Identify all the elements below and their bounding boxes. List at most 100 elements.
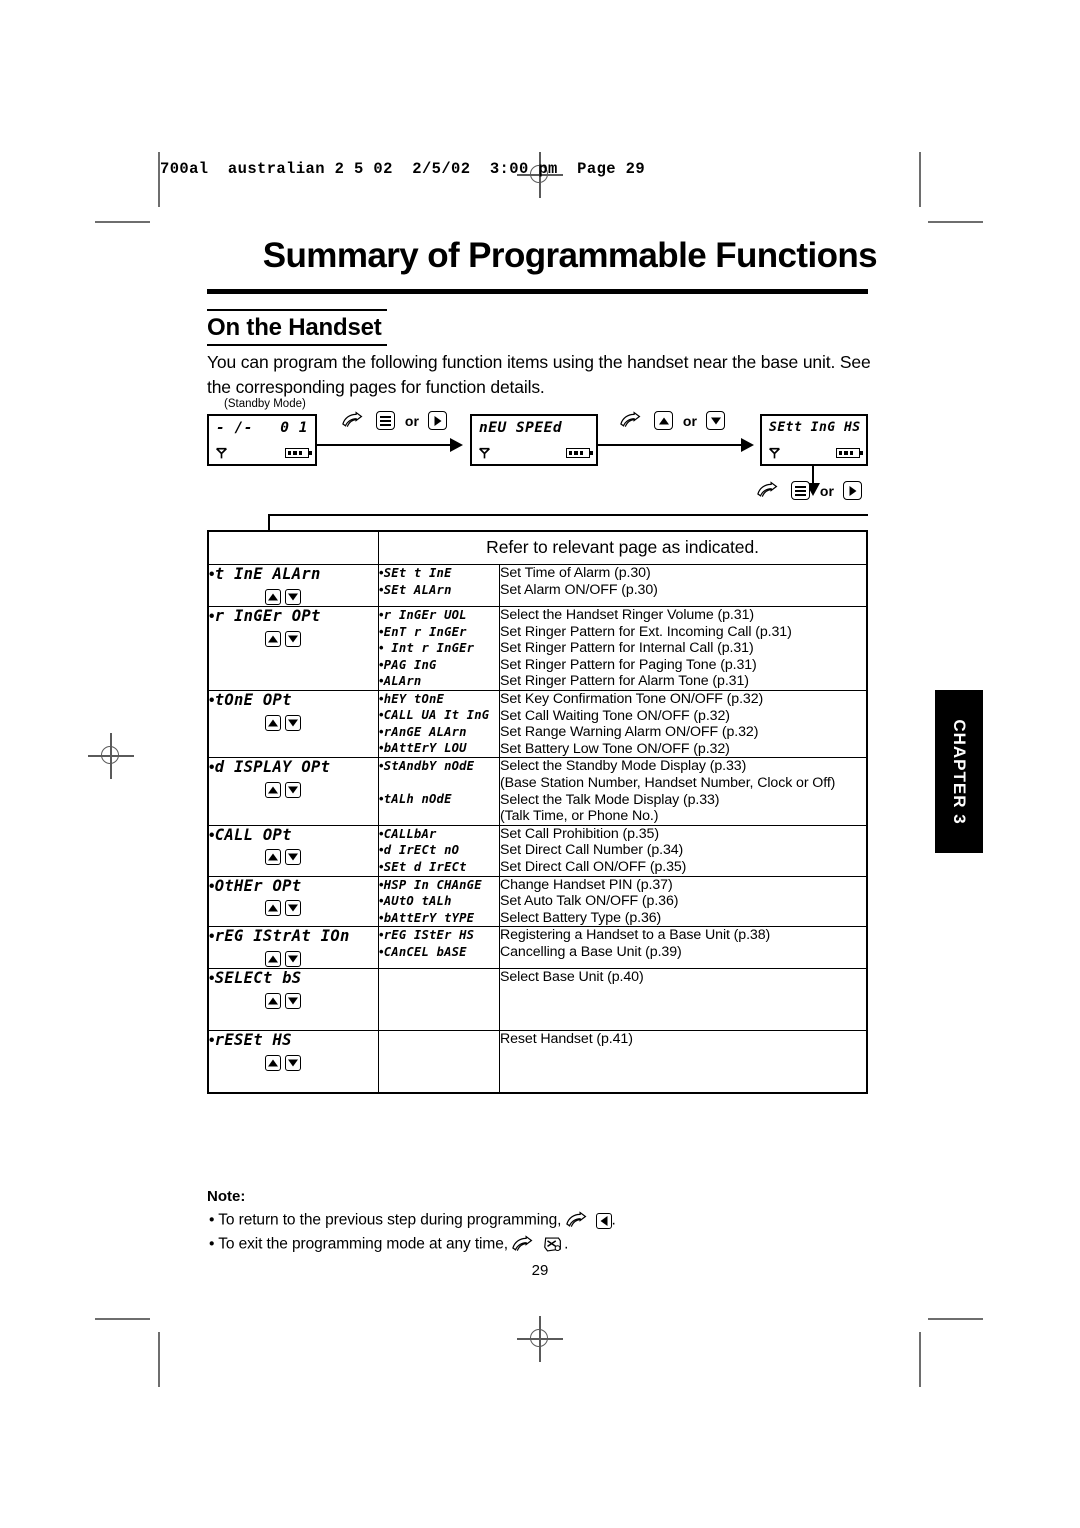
down-arrow-key-icon[interactable] (284, 849, 301, 866)
crop-mark-bottom-left-horizontal (95, 1318, 150, 1320)
down-arrow-key-icon[interactable] (284, 993, 301, 1010)
note-line-1-period: . (611, 1211, 616, 1229)
subtitle-rule-top (207, 309, 387, 311)
up-arrow-key-icon[interactable] (264, 630, 281, 647)
menu-name-text: d ISPLAY OPt (214, 758, 331, 777)
description-cell: Set Call Prohibition (p.35) Set Direct Ca… (499, 824, 868, 877)
standby-mode-label: (Standby Mode) (224, 398, 306, 410)
description-line: Set Auto Talk ON/OFF (p.36) (500, 893, 679, 910)
up-arrow-key-icon[interactable] (264, 588, 281, 605)
menu-name-text: SELECt bS (214, 969, 302, 988)
submenu-code: SEt ALArn (383, 582, 452, 597)
description-line: Cancelling a Base Unit (p.39) (500, 943, 682, 960)
menu-cell: •OtHEr OPt (207, 875, 379, 928)
submenu-cell: •HSP In CHAnGE •AUtO tALh •bAttErY tYPE (378, 875, 500, 928)
description-line: Registering a Handset to a Base Unit (p.… (500, 927, 771, 944)
programmable-functions-table: Refer to relevant page as indicated. •t … (207, 530, 868, 1095)
crop-mark-top-left-horizontal (95, 221, 150, 223)
menu-name-text: tOnE OPt (214, 690, 292, 709)
crop-mark-bottom-left-vertical (158, 1332, 160, 1387)
description-line: (Talk Time, or Phone No.) (500, 808, 659, 825)
menu-cell: •CALL OPt (207, 824, 379, 877)
up-arrow-key-icon[interactable] (264, 849, 281, 866)
section-subtitle: On the Handset (207, 314, 382, 341)
menu-key-icon[interactable] (791, 481, 811, 500)
crop-mark-top-right-vertical (919, 152, 921, 207)
up-arrow-key-icon[interactable] (654, 411, 674, 430)
table-row: •CALL OPt •CALLbAr •d IrECt nO •SEt d IrECt… (207, 824, 868, 877)
up-arrow-key-icon[interactable] (264, 951, 281, 968)
down-arrow-key-icon[interactable] (284, 782, 301, 799)
description-line: Set Range Warning Alarm ON/OFF (p.32) (500, 724, 759, 741)
right-arrow-key-icon[interactable] (843, 481, 863, 500)
menu-name-text: CALL OPt (214, 825, 292, 844)
down-arrow-key-icon[interactable] (284, 630, 301, 647)
menu-name: •t InE ALArn (209, 565, 378, 584)
submenu-cell: •SEt t InE •SEt ALArn (378, 564, 500, 607)
submenu-item: •SEt ALArn (379, 582, 499, 599)
submenu-item: •rEG IStEr HS (379, 927, 499, 944)
description-line: Select Battery Type (p.36) (500, 909, 662, 926)
submenu-item: •bAttErY tYPE (379, 910, 499, 927)
table-header-row: Refer to relevant page as indicated. (208, 530, 868, 565)
header-blank-cell (208, 531, 379, 565)
up-arrow-key-icon[interactable] (264, 714, 281, 731)
submenu-code: CALL UA It InG (383, 708, 490, 723)
end-call-key-icon[interactable] (542, 1235, 564, 1254)
up-arrow-key-icon[interactable] (264, 900, 281, 917)
battery-icon (285, 448, 312, 458)
menu-keys (209, 777, 378, 799)
down-arrow-key-icon[interactable] (284, 900, 301, 917)
description-line: Set Ringer Pattern for Internal Call (p.… (500, 640, 754, 657)
table-row: •t InE ALArn •SEt t InE •SEt ALArn Set Time… (207, 564, 868, 607)
menu-name: •rESEt HS (209, 1031, 378, 1050)
submenu-code: StAndbY nOdE (383, 759, 475, 774)
page-number: 29 (531, 1262, 549, 1279)
submenu-cell: •CALLbAr •d IrECt nO •SEt d IrECt (378, 824, 500, 877)
description-line: Set Battery Low Tone ON/OFF (p.32) (500, 740, 730, 757)
flow-arrow-2-line (598, 444, 743, 447)
left-arrow-key-icon[interactable] (595, 1212, 612, 1229)
down-arrow-key-icon[interactable] (706, 411, 726, 430)
up-arrow-key-icon[interactable] (264, 993, 281, 1010)
antenna-icon (216, 447, 227, 459)
description-cell: Select the Handset Ringer Volume (p.31) S… (499, 606, 868, 691)
description-line: Change Handset PIN (p.37) (500, 876, 673, 893)
table-row: •rEG IStrAt IOn •rEG IStEr HS •CAnCEL bASE… (207, 926, 868, 970)
submenu-item: •r InGEr UOL (379, 607, 499, 624)
note-title: Note: (207, 1188, 246, 1205)
down-arrow-key-icon[interactable] (284, 588, 301, 605)
menu-key-icon[interactable] (376, 411, 396, 430)
description-line: (Base Station Number, Handset Number, Cl… (500, 774, 836, 791)
up-arrow-key-icon[interactable] (264, 782, 281, 799)
submenu-code: bAttErY tYPE (383, 910, 475, 925)
right-arrow-key-icon[interactable] (428, 411, 448, 430)
refer-header-cell: Refer to relevant page as indicated. (378, 530, 868, 565)
description-line: Set Time of Alarm (p.30) (500, 565, 651, 581)
submenu-item: •bAttErY LOU (379, 740, 499, 757)
down-arrow-key-icon[interactable] (284, 1055, 301, 1072)
flow-arrow-1-head (450, 438, 463, 452)
page-title: Summary of Programmable Functions (262, 236, 878, 275)
pointing-hand-icon (512, 1235, 533, 1251)
menu-name: •tOnE OPt (209, 691, 378, 710)
down-arrow-key-icon[interactable] (284, 714, 301, 731)
submenu-item: •CAnCEL bASE (379, 944, 499, 961)
up-arrow-key-icon[interactable] (264, 1055, 281, 1072)
submenu-code: tALh nOdE (383, 792, 452, 807)
lcd-screen-setting-hs: SEtt InG HS (760, 414, 868, 466)
step3-or-label: or (819, 482, 834, 499)
description-cell: Reset Handset (p.41) (499, 1030, 868, 1094)
submenu-cell: •r InGEr UOL •EnT r InGEr • Int r InGEr •PA… (378, 606, 500, 691)
submenu-code: SEt d IrECt (383, 859, 467, 874)
description-cell: Set Key Confirmation Tone ON/OFF (p.32) S… (499, 689, 868, 759)
flow-step-1: or (342, 411, 448, 430)
description-line: Set Ringer Pattern for Paging Tone (p.31… (500, 656, 757, 673)
submenu-item: •CALL UA It InG (379, 707, 499, 724)
submenu-code: HSP In CHAnGE (383, 877, 482, 892)
down-arrow-key-icon[interactable] (284, 951, 301, 968)
antenna-icon (479, 447, 490, 459)
submenu-item: •hEY tOnE (379, 691, 499, 708)
menu-name: •rEG IStrAt IOn (209, 927, 378, 946)
submenu-cell: •hEY tOnE •CALL UA It InG •rAnGE ALArn •bAt… (378, 689, 500, 759)
